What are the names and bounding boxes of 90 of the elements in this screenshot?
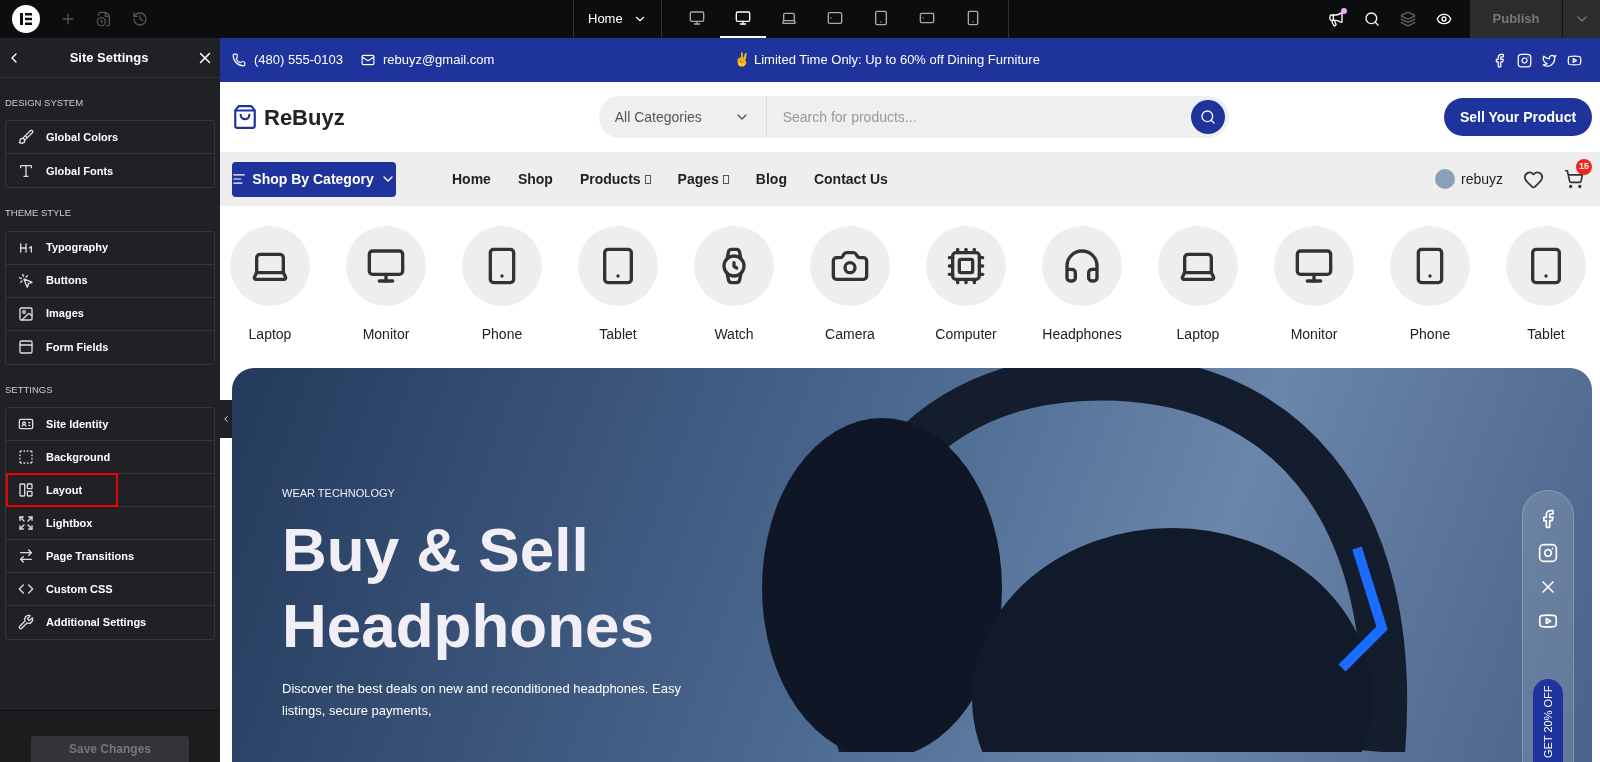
settings-icon	[18, 305, 34, 322]
nav-link[interactable]: Products	[579, 168, 651, 190]
settings-icon	[18, 129, 34, 146]
settings-item[interactable]: Global Fonts	[8, 155, 124, 186]
category-label[interactable]: Headphones	[1042, 324, 1122, 345]
settings-item[interactable]: Images	[8, 298, 94, 329]
phone-icon	[232, 53, 246, 67]
settings-item[interactable]: Buttons	[8, 265, 98, 296]
missing-glyph-icon	[722, 174, 729, 184]
search-field[interactable]: Search for products...	[766, 96, 1191, 138]
history-icon[interactable]	[132, 11, 148, 27]
device-icon	[688, 10, 705, 26]
product-icon	[1294, 246, 1334, 286]
email-address: rebuyz@gmail.com	[382, 51, 495, 70]
settings-item[interactable]: Lightbox	[8, 507, 103, 538]
notifications-icon[interactable]	[1328, 11, 1344, 27]
search-icon[interactable]	[1364, 11, 1380, 27]
category-label[interactable]: Tablet	[599, 324, 637, 345]
category-label[interactable]: Laptop	[248, 324, 292, 345]
nav-link[interactable]: Blog	[755, 168, 787, 190]
hero-eyebrow: WEAR TECHNOLOGY	[282, 486, 396, 501]
settings-item[interactable]: Layout	[8, 474, 116, 505]
nav-link[interactable]: Contact Us	[813, 168, 888, 190]
offer-button[interactable]: GET 20% OFF	[1533, 679, 1563, 762]
panel-title: Site Settings	[68, 48, 150, 67]
settings-icon	[18, 481, 34, 498]
category-label[interactable]: Phone	[481, 324, 523, 345]
device-icon	[734, 10, 751, 26]
settings-icon	[18, 272, 34, 289]
nav-link[interactable]: Home	[452, 168, 491, 190]
shop-by-category-button[interactable]: Shop By Category	[232, 161, 396, 197]
category-label[interactable]: Tablet	[1527, 324, 1565, 345]
settings-icon	[18, 614, 34, 631]
twitter-icon[interactable]	[1542, 52, 1557, 68]
device-icon	[872, 10, 889, 26]
category-label[interactable]: Camera	[825, 324, 875, 345]
search-button[interactable]	[1190, 100, 1225, 134]
category-label[interactable]: Monitor	[1290, 324, 1338, 345]
layers-icon[interactable]	[1400, 11, 1416, 27]
menu-icon	[232, 172, 247, 186]
username[interactable]: rebuyz	[1460, 168, 1503, 190]
settings-icon	[18, 162, 34, 179]
settings-item[interactable]: Form Fields	[8, 332, 119, 362]
product-icon	[1062, 246, 1102, 286]
section-heading: SETTINGS	[5, 382, 54, 397]
preview-icon[interactable]	[1436, 11, 1452, 27]
product-icon	[946, 246, 986, 286]
settings-icon	[18, 514, 34, 531]
settings-item[interactable]: Additional Settings	[8, 607, 157, 638]
nav-link[interactable]: Pages	[677, 168, 729, 190]
instagram-icon[interactable]	[1517, 52, 1532, 68]
settings-item[interactable]: Background	[8, 441, 121, 472]
category-label[interactable]: Monitor	[362, 324, 410, 345]
phone-number: (480) 555-0103	[254, 51, 343, 70]
category-label[interactable]: Phone	[1409, 324, 1451, 345]
page-selector[interactable]: Home	[588, 9, 647, 29]
cart-count-badge: 15	[1576, 159, 1592, 175]
sell-product-button[interactable]: Sell Your Product	[1444, 98, 1592, 136]
settings-item[interactable]: Global Colors	[8, 122, 129, 153]
product-icon	[366, 246, 406, 286]
logo-text: ReBuyz	[264, 103, 345, 132]
search-icon	[1199, 109, 1216, 125]
category-label[interactable]: Watch	[714, 324, 754, 345]
cart-icon[interactable]	[1564, 169, 1584, 189]
youtube-icon[interactable]	[1567, 52, 1582, 68]
settings-item[interactable]: Site Identity	[8, 408, 119, 439]
mail-icon	[360, 53, 375, 67]
settings-icon	[18, 547, 34, 564]
section-heading: THEME STYLE	[5, 206, 72, 221]
settings-icon	[18, 448, 34, 465]
settings-icon	[18, 339, 34, 355]
device-icon	[780, 10, 797, 26]
nav-link[interactable]: Shop	[517, 168, 553, 190]
elementor-logo-icon[interactable]	[12, 5, 40, 33]
category-label[interactable]: Laptop	[1176, 324, 1220, 345]
settings-item[interactable]: Page Transitions	[8, 540, 145, 571]
settings-item[interactable]: Typography	[8, 232, 119, 263]
device-icon	[826, 10, 843, 26]
announcement-text: ✌ Limited Time Only: Up to 60% off Dining Furniture	[734, 51, 1040, 70]
hero-text: Discover the best deals on new and reconditioned headphones. Easy listings, secure payments,	[282, 679, 682, 720]
settings-item[interactable]: Custom CSS	[8, 573, 123, 604]
category-label[interactable]: Computer	[935, 324, 997, 345]
category-select[interactable]: All Categories	[598, 96, 767, 138]
missing-glyph-icon	[644, 174, 651, 184]
logo-icon	[232, 102, 258, 132]
device-icon	[918, 10, 935, 26]
hero-title: Buy & Sell Headphones	[282, 513, 656, 662]
section-heading: DESIGN SYSTEM	[5, 96, 85, 110]
chevron-left-icon	[221, 414, 231, 424]
page-settings-icon[interactable]	[96, 11, 112, 27]
